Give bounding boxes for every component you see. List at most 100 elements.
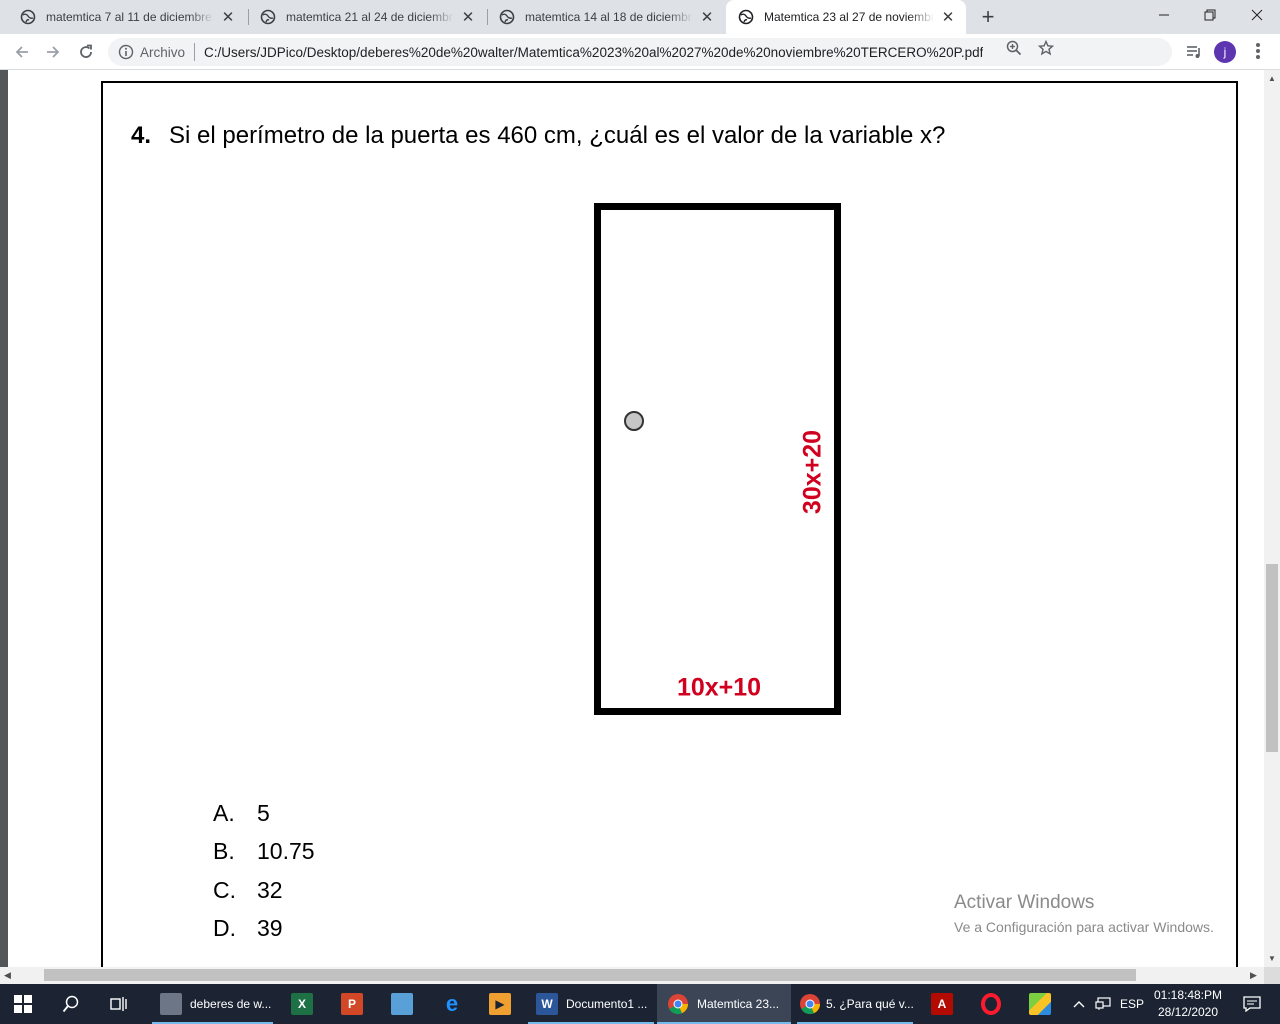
taskbar-opera[interactable] [971, 984, 1011, 1024]
divider [194, 43, 196, 61]
taskbar-powerpoint[interactable]: P [332, 984, 372, 1024]
option-c: C. 32 [213, 871, 315, 910]
taskbar-item-label: deberes de w... [190, 997, 272, 1011]
option-letter: A. [213, 799, 235, 826]
close-window-button[interactable] [1234, 0, 1280, 30]
taskbar-chrome-active[interactable]: Matemtica 23... [657, 984, 791, 1024]
taskbar-notes-app[interactable] [382, 984, 422, 1024]
taskbar-clock[interactable]: 01:18:48:PM 28/12/2020 [1150, 987, 1226, 1021]
question-heading: 4. Si el perímetro de la puerta es 460 cm… [131, 122, 945, 150]
new-tab-button[interactable]: + [976, 4, 1000, 29]
scroll-right-icon[interactable]: ▶ [1250, 970, 1257, 981]
taskbar-word[interactable]: W Documento1 ... [528, 984, 654, 1024]
screen: matemtica 7 al 11 de diciembre TERCERO 2… [0, 0, 1280, 1024]
notes-icon [391, 993, 413, 1015]
browser-tab-1[interactable]: matemtica 7 al 11 de diciembre TERCERO 2… [8, 0, 246, 34]
taskbar-chrome-second[interactable]: 5. ¿Para qué v... [797, 984, 913, 1024]
browser-tab-3[interactable]: matemtica 14 al 18 de diciembre TERCERO … [487, 0, 725, 34]
chrome-icon [800, 994, 821, 1015]
security-label: Archivo [140, 44, 186, 60]
browser-tab-2[interactable]: matemtica 21 al 24 de diciembre TERCERO … [248, 0, 486, 34]
close-tab-icon[interactable]: ✕ [460, 9, 476, 26]
menu-dots-icon[interactable] [1256, 43, 1260, 59]
task-view-button[interactable] [96, 984, 142, 1024]
taskbar-acrobat[interactable]: A [922, 984, 962, 1024]
reload-button[interactable] [74, 40, 98, 64]
search-button[interactable] [48, 984, 94, 1024]
horizontal-scroll-thumb[interactable] [44, 969, 1136, 981]
question-number: 4. [131, 122, 152, 149]
horizontal-scrollbar[interactable]: ◀ ▶ [0, 967, 1264, 984]
option-letter: D. [213, 915, 236, 942]
tab-title: matemtica 21 al 24 de diciembre TERCERO [286, 10, 454, 24]
windows-logo-icon [14, 995, 32, 1013]
globe-icon [738, 9, 754, 25]
powerpoint-icon: P [341, 993, 363, 1015]
chrome-icon [668, 994, 689, 1015]
close-icon [1251, 9, 1263, 21]
tab-title: matemtica 14 al 18 de diciembre TERCERO [525, 10, 693, 24]
vertical-scroll-thumb[interactable] [1266, 564, 1278, 752]
watermark-subtitle: Ve a Configuración para activar Windows. [954, 919, 1214, 935]
back-button[interactable] [10, 40, 34, 64]
search-icon [62, 995, 79, 1013]
url-text[interactable]: C:/Users/JDPico/Desktop/deberes%20de%20w… [204, 45, 983, 60]
start-button[interactable] [0, 984, 46, 1024]
watermark-title: Activar Windows [954, 892, 1095, 913]
taskbar-edge[interactable]: e [432, 984, 472, 1024]
globe-icon [260, 9, 276, 25]
option-a: A. 5 [213, 794, 315, 833]
action-center-button[interactable] [1232, 984, 1272, 1024]
windows-taskbar: deberes de w... X P e ▶ W Documento1 ...… [0, 984, 1280, 1024]
opera-icon [981, 993, 1001, 1015]
option-letter: C. [213, 876, 236, 903]
network-icon [1095, 997, 1111, 1010]
minimize-button[interactable] [1141, 0, 1187, 30]
tab-title: matemtica 7 al 11 de diciembre TERCERO 2… [46, 10, 214, 24]
restore-button[interactable] [1187, 0, 1233, 30]
forward-button[interactable] [41, 40, 65, 64]
reload-icon [80, 44, 92, 58]
show-hidden-icons-button[interactable] [1070, 984, 1088, 1024]
taskbar-excel[interactable]: X [282, 984, 322, 1024]
door-knob [624, 411, 644, 431]
vertical-scrollbar[interactable]: ▲ ▼ [1264, 70, 1280, 967]
task-view-icon [110, 997, 127, 1011]
taskbar-media-player[interactable]: ▶ [480, 984, 520, 1024]
info-icon [118, 44, 134, 60]
chevron-up-icon [1073, 1001, 1085, 1008]
profile-avatar[interactable]: j [1214, 41, 1236, 63]
pdf-viewer: 4. Si el perímetro de la puerta es 460 cm… [0, 70, 1264, 967]
question-text: Si el perímetro de la puerta es 460 cm, … [169, 122, 946, 149]
door-height-label: 30x+20 [798, 429, 827, 515]
door-width-label: 10x+10 [676, 673, 762, 702]
browser-toolbar: Archivo C:/Users/JDPico/Desktop/deberes%… [0, 34, 1280, 70]
close-tab-icon[interactable]: ✕ [220, 9, 236, 26]
language-indicator[interactable]: ESP [1118, 984, 1146, 1024]
globe-icon [20, 9, 36, 25]
taskbar-bluestacks[interactable] [1020, 984, 1060, 1024]
option-value: 32 [257, 876, 283, 903]
notification-icon [1243, 996, 1261, 1012]
bluestacks-icon [1029, 993, 1051, 1015]
media-queue-icon[interactable] [1186, 44, 1202, 60]
browser-tab-4-active[interactable]: Matemtica 23 al 27 de noviembre TERCERO … [726, 0, 966, 34]
taskbar-item-label: Documento1 ... [566, 997, 648, 1011]
taskbar-file-explorer[interactable]: deberes de w... [152, 984, 273, 1024]
pdf-page: 4. Si el perímetro de la puerta es 460 cm… [8, 70, 1264, 967]
network-button[interactable] [1093, 984, 1113, 1024]
activate-windows-watermark: Activar Windows Ve a Configuración para … [954, 892, 1214, 935]
zoom-icon[interactable] [1006, 40, 1022, 56]
star-icon[interactable] [1038, 40, 1054, 56]
scrollbar-corner [1264, 967, 1280, 984]
scroll-up-icon[interactable]: ▲ [1268, 74, 1276, 83]
close-tab-icon[interactable]: ✕ [940, 9, 956, 26]
answer-options: A. 5 B. 10.75 C. 32 D. 39 [213, 794, 315, 948]
scroll-left-icon[interactable]: ◀ [4, 970, 11, 981]
close-tab-icon[interactable]: ✕ [699, 9, 715, 26]
option-value: 5 [257, 799, 270, 826]
tab-title: Matemtica 23 al 27 de noviembre TERCERO … [764, 10, 934, 24]
option-value: 39 [257, 915, 283, 942]
scroll-down-icon[interactable]: ▼ [1268, 954, 1276, 963]
edge-icon: e [445, 991, 459, 1016]
